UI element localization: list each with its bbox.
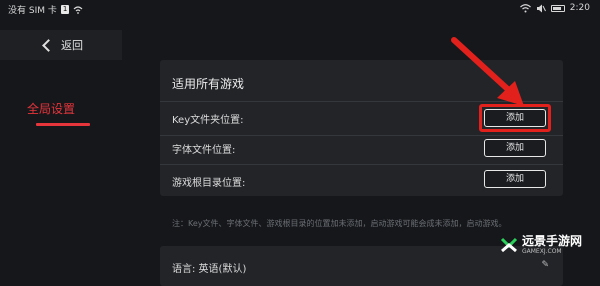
watermark: 远景手游网 GAMEXJ.COM [500, 235, 582, 255]
site-logo-icon [500, 237, 518, 253]
watermark-url: GAMEXJ.COM [522, 248, 562, 255]
watermark-text: 远景手游网 [522, 234, 583, 248]
